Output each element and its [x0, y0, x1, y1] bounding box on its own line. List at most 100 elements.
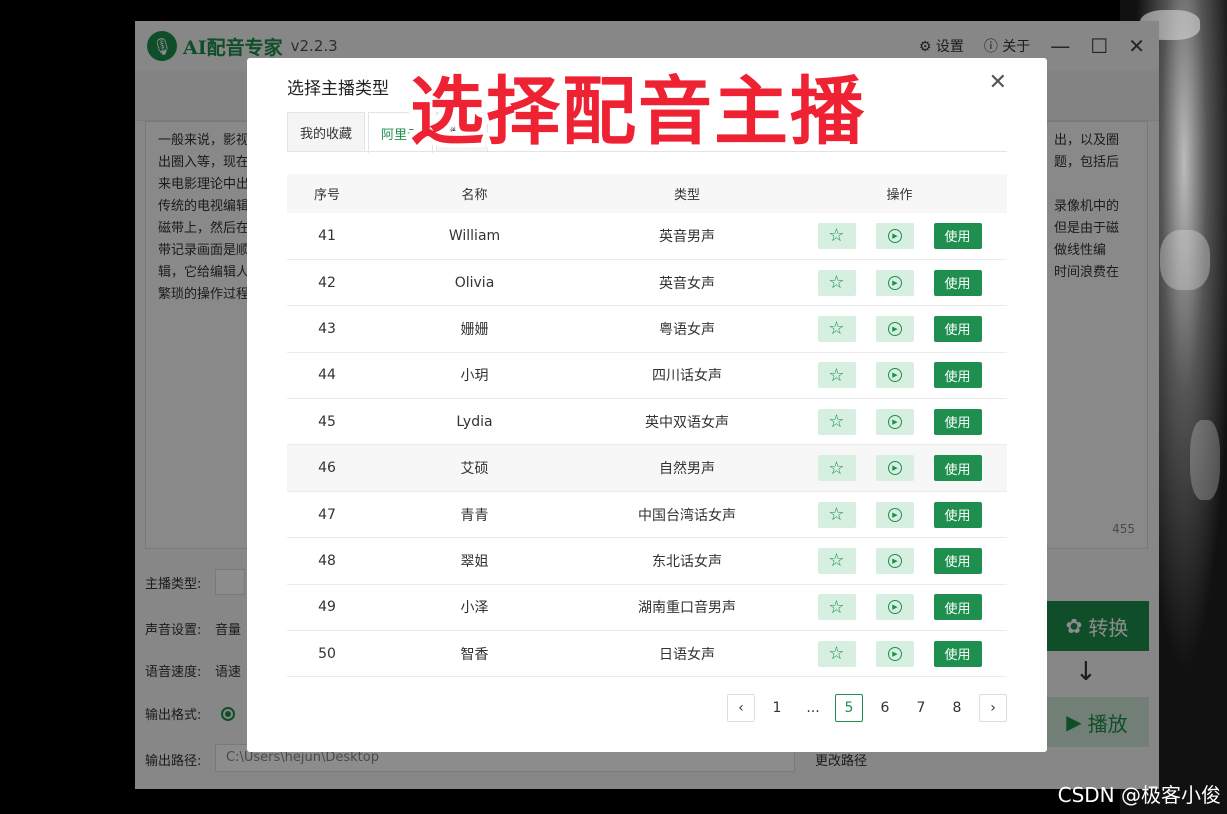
favorite-button[interactable]: ☆: [817, 408, 856, 435]
row-no: 45: [287, 398, 367, 446]
row-type: 湖南重口音男声: [582, 584, 792, 632]
table-row[interactable]: 41 William 英音男声 ☆ ▶ 使用: [287, 213, 1007, 260]
table-row[interactable]: 44 小玥 四川话女声 ☆ ▶ 使用: [287, 352, 1007, 400]
row-type: 英中双语女声: [582, 398, 792, 446]
preview-button[interactable]: ▶: [875, 362, 914, 389]
row-no: 46: [287, 444, 367, 492]
col-header-name: 名称: [367, 174, 582, 213]
use-button[interactable]: 使用: [933, 455, 982, 482]
page-5[interactable]: 5: [835, 694, 863, 722]
page-ellipsis[interactable]: ...: [799, 694, 827, 722]
row-name: 姗姗: [367, 305, 582, 353]
play-circle-icon: ▶: [887, 507, 902, 522]
use-button[interactable]: 使用: [933, 408, 982, 435]
row-name: 青青: [367, 491, 582, 539]
preview-button[interactable]: ▶: [875, 222, 914, 249]
star-icon: ☆: [828, 225, 845, 247]
star-icon: ☆: [828, 457, 845, 479]
star-icon: ☆: [828, 596, 845, 618]
row-name: 小泽: [367, 584, 582, 632]
preview-button[interactable]: ▶: [875, 408, 914, 435]
star-icon: ☆: [828, 550, 845, 572]
row-name: Olivia: [367, 259, 582, 307]
play-circle-icon: ▶: [887, 553, 902, 568]
row-no: 50: [287, 630, 367, 678]
preview-button[interactable]: ▶: [875, 455, 914, 482]
favorite-button[interactable]: ☆: [817, 269, 856, 296]
table-row[interactable]: 43 姗姗 粤语女声 ☆ ▶ 使用: [287, 305, 1007, 353]
row-name: William: [367, 213, 582, 260]
row-actions: ☆ ▶ 使用: [792, 352, 1007, 400]
dialog-title: 选择主播类型: [287, 79, 389, 99]
row-type: 英音男声: [582, 213, 792, 260]
col-header-actions: 操作: [792, 174, 1007, 213]
star-icon: ☆: [828, 318, 845, 340]
favorite-button[interactable]: ☆: [817, 455, 856, 482]
preview-button[interactable]: ▶: [875, 547, 914, 574]
play-circle-icon: ▶: [887, 368, 902, 383]
table-row[interactable]: 46 艾硕 自然男声 ☆ ▶ 使用: [287, 444, 1007, 492]
tab-favorites[interactable]: 我的收藏: [287, 112, 366, 152]
use-button[interactable]: 使用: [933, 315, 982, 342]
play-circle-icon: ▶: [887, 646, 902, 661]
row-actions: ☆ ▶ 使用: [792, 491, 1007, 539]
favorite-button[interactable]: ☆: [817, 222, 856, 249]
col-header-no: 序号: [287, 174, 367, 213]
favorite-button[interactable]: ☆: [817, 362, 856, 389]
preview-button[interactable]: ▶: [875, 315, 914, 342]
prev-page-button[interactable]: ‹: [727, 694, 755, 722]
favorite-button[interactable]: ☆: [817, 594, 856, 621]
row-actions: ☆ ▶ 使用: [792, 537, 1007, 585]
use-button[interactable]: 使用: [933, 594, 982, 621]
star-icon: ☆: [828, 364, 845, 386]
use-button[interactable]: 使用: [933, 222, 982, 249]
row-actions: ☆ ▶ 使用: [792, 259, 1007, 307]
select-anchor-dialog: 选择主播类型 ✕ 我的收藏 阿里云 微软 序号 名称 类型 操作 41 Willi…: [247, 58, 1047, 752]
row-type: 中国台湾话女声: [582, 491, 792, 539]
row-actions: ☆ ▶ 使用: [792, 630, 1007, 678]
page-7[interactable]: 7: [907, 694, 935, 722]
watermark: CSDN @极客小俊: [1057, 783, 1221, 807]
row-name: Lydia: [367, 398, 582, 446]
row-type: 自然男声: [582, 444, 792, 492]
play-circle-icon: ▶: [887, 321, 902, 336]
row-actions: ☆ ▶ 使用: [792, 398, 1007, 446]
row-actions: ☆ ▶ 使用: [792, 213, 1007, 260]
close-icon[interactable]: ✕: [989, 70, 1007, 95]
row-no: 43: [287, 305, 367, 353]
use-button[interactable]: 使用: [933, 362, 982, 389]
table-row[interactable]: 42 Olivia 英音女声 ☆ ▶ 使用: [287, 259, 1007, 307]
preview-button[interactable]: ▶: [875, 640, 914, 667]
row-type: 四川话女声: [582, 352, 792, 400]
table-row[interactable]: 45 Lydia 英中双语女声 ☆ ▶ 使用: [287, 398, 1007, 446]
use-button[interactable]: 使用: [933, 547, 982, 574]
use-button[interactable]: 使用: [933, 640, 982, 667]
page-1[interactable]: 1: [763, 694, 791, 722]
row-no: 49: [287, 584, 367, 632]
next-page-button[interactable]: ›: [979, 694, 1007, 722]
table-row[interactable]: 48 翠姐 东北话女声 ☆ ▶ 使用: [287, 537, 1007, 585]
page-8[interactable]: 8: [943, 694, 971, 722]
page-6[interactable]: 6: [871, 694, 899, 722]
favorite-button[interactable]: ☆: [817, 315, 856, 342]
preview-button[interactable]: ▶: [875, 501, 914, 528]
table-row[interactable]: 50 智香 日语女声 ☆ ▶ 使用: [287, 630, 1007, 678]
use-button[interactable]: 使用: [933, 501, 982, 528]
play-circle-icon: ▶: [887, 461, 902, 476]
favorite-button[interactable]: ☆: [817, 640, 856, 667]
preview-button[interactable]: ▶: [875, 269, 914, 296]
use-button[interactable]: 使用: [933, 269, 982, 296]
play-circle-icon: ▶: [887, 414, 902, 429]
row-no: 41: [287, 213, 367, 260]
star-icon: ☆: [828, 643, 845, 665]
preview-button[interactable]: ▶: [875, 594, 914, 621]
row-no: 42: [287, 259, 367, 307]
star-icon: ☆: [828, 504, 845, 526]
favorite-button[interactable]: ☆: [817, 501, 856, 528]
table-row[interactable]: 47 青青 中国台湾话女声 ☆ ▶ 使用: [287, 491, 1007, 539]
star-icon: ☆: [828, 272, 845, 294]
favorite-button[interactable]: ☆: [817, 547, 856, 574]
row-name: 艾硕: [367, 444, 582, 492]
table-row[interactable]: 49 小泽 湖南重口音男声 ☆ ▶ 使用: [287, 584, 1007, 632]
row-type: 英音女声: [582, 259, 792, 307]
